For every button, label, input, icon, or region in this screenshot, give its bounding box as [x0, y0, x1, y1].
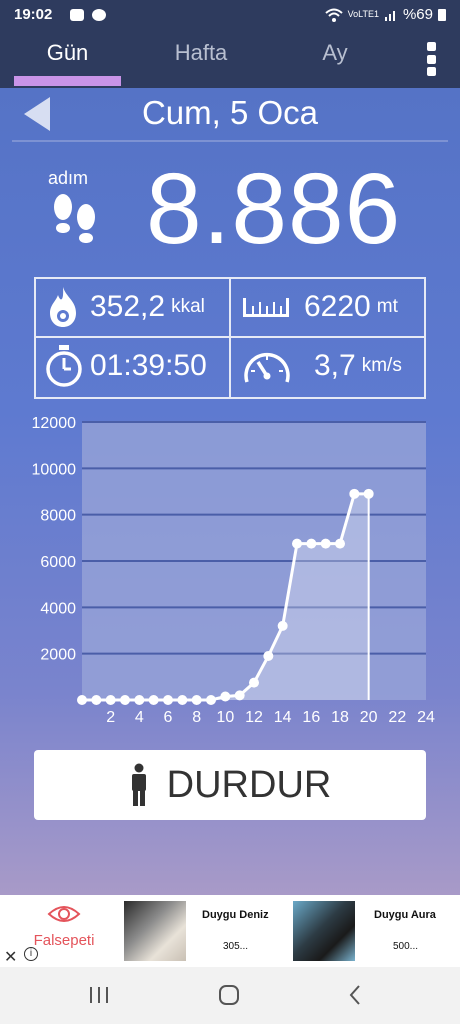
chart-data-point: [177, 695, 188, 705]
chart-data-point: [320, 538, 331, 549]
chart-data-point: [234, 690, 245, 701]
ad-thumbnail-1[interactable]: [124, 901, 186, 961]
chart-data-point: [292, 538, 302, 549]
more-menu-icon[interactable]: [424, 42, 438, 76]
recent-apps-icon[interactable]: [88, 981, 110, 1009]
ad-item-subtitle: 305...: [223, 941, 249, 952]
status-bar: 19:02 VoLTE1 %69: [0, 0, 460, 30]
chart-data-point: [120, 695, 130, 705]
footprints-icon: [54, 194, 95, 243]
steps-chart: 200040006000800010000120002 4 6 8 10 12 14 16 18…: [32, 415, 436, 726]
stats-divider-vertical: [229, 279, 231, 397]
battery-percent: %69: [402, 6, 433, 23]
chart-y-tick-label: 10000: [32, 461, 77, 478]
ad-brand[interactable]: Falsepeti: [24, 903, 104, 949]
chart-x-tick-label: 18: [331, 709, 349, 726]
chart-x-tick-label: 12: [245, 709, 263, 726]
status-time: 19:02: [14, 6, 53, 23]
chart-data-point: [105, 695, 116, 705]
tab-day[interactable]: Gün: [14, 40, 121, 70]
chart-data-point: [148, 695, 159, 705]
chart-x-tick-label: 24: [417, 709, 435, 726]
duration-stat: 01:39:50: [44, 338, 207, 394]
battery-icon: [438, 8, 446, 21]
chart-data-point: [77, 695, 87, 705]
stats-grid: 352,2 kkal 6220 mt 01:39:50 3,7 km/s: [34, 277, 426, 399]
ad-thumbnail-2[interactable]: [293, 901, 355, 961]
calories-unit: kkal: [171, 296, 205, 317]
chart-data-point: [191, 695, 202, 705]
active-tab-indicator: [14, 76, 121, 86]
chart-data-point: [91, 695, 102, 705]
chart-y-tick-label: 6000: [40, 554, 76, 571]
ad-item-subtitle: 500...: [393, 941, 419, 952]
distance-unit: mt: [376, 296, 398, 317]
speed-stat: 3,7 km/s: [242, 338, 402, 394]
person-icon: [131, 763, 146, 806]
calories-stat: 352,2 kkal: [46, 279, 205, 335]
chart-data-point: [306, 538, 317, 549]
chart-data-point: [206, 695, 216, 705]
system-nav-bar: [0, 967, 460, 1024]
chart-x-tick-label: 10: [216, 709, 234, 726]
stopwatch-icon: [46, 345, 82, 387]
network-label: VoLTE1: [347, 9, 379, 19]
chart-x-tick-label: 14: [274, 709, 292, 726]
chart-x-tick-label: 4: [135, 709, 144, 726]
calories-value: 352,2: [90, 290, 166, 323]
chart-data-point: [349, 488, 360, 499]
speed-unit: km/s: [361, 355, 402, 376]
chart-x-tick-label: 2: [106, 709, 115, 726]
tab-month[interactable]: Ay: [290, 40, 380, 70]
distance-value: 6220: [304, 290, 371, 323]
chart-y-tick-label: 2000: [40, 647, 76, 664]
ad-item-title[interactable]: Duygu Aura: [374, 909, 436, 921]
chart-data-point: [220, 691, 231, 702]
chart-y-tick-label: 8000: [40, 508, 76, 525]
chart-y-tick-label: 12000: [32, 415, 77, 432]
main-content: Cum, 5 Oca adım 8.886 352,2 kkal 6220 mt…: [0, 88, 460, 895]
ad-info-icon[interactable]: i: [24, 947, 38, 961]
chart-data-point: [134, 695, 145, 705]
chart-x-tick-label: 16: [302, 709, 320, 726]
chart-x-tick-label: 22: [388, 709, 406, 726]
speed-value: 3,7: [314, 349, 356, 382]
wifi-icon: [324, 8, 343, 22]
chat-notification-icon: [92, 9, 106, 21]
step-count: 8.886: [146, 153, 402, 265]
back-icon[interactable]: [344, 981, 366, 1009]
distance-stat: 6220 mt: [242, 279, 398, 335]
chart-data-point: [335, 538, 345, 549]
home-icon[interactable]: [216, 981, 242, 1009]
eye-logo-icon: [47, 906, 81, 922]
ad-brand-name: Falsepeti: [33, 932, 95, 949]
chart-data-point: [163, 695, 173, 705]
chart-data-point: [263, 650, 274, 661]
date-label: Cum, 5 Oca: [141, 94, 319, 131]
tab-week[interactable]: Hafta: [150, 40, 252, 70]
ad-close-icon[interactable]: ✕: [4, 947, 17, 967]
notification-icon: [70, 9, 84, 21]
chart-data-point: [363, 488, 374, 499]
tab-bar: Gün Hafta Ay: [0, 30, 460, 88]
chart-y-tick-label: 4000: [40, 600, 76, 617]
ruler-icon: [243, 298, 289, 317]
chart-data-point: [249, 677, 259, 688]
flame-icon: [50, 287, 76, 327]
divider: [12, 140, 448, 142]
chart-x-tick-label: 8: [192, 709, 201, 726]
steps-label: adım: [48, 168, 89, 188]
stop-button[interactable]: DURDUR: [34, 750, 426, 820]
signal-icon: [384, 10, 395, 21]
stop-button-label: DURDUR: [166, 763, 332, 806]
speedometer-icon: [244, 352, 290, 383]
ad-banner[interactable]: Falsepeti ✕ i Duygu Deniz 305... Duygu A…: [0, 895, 460, 967]
duration-value: 01:39:50: [90, 349, 207, 382]
chart-x-tick-label: 6: [164, 709, 173, 726]
chart-x-tick-label: 20: [360, 709, 378, 726]
chart-data-point: [277, 620, 288, 631]
date-row: Cum, 5 Oca: [0, 88, 460, 140]
ad-item-title[interactable]: Duygu Deniz: [202, 909, 269, 921]
